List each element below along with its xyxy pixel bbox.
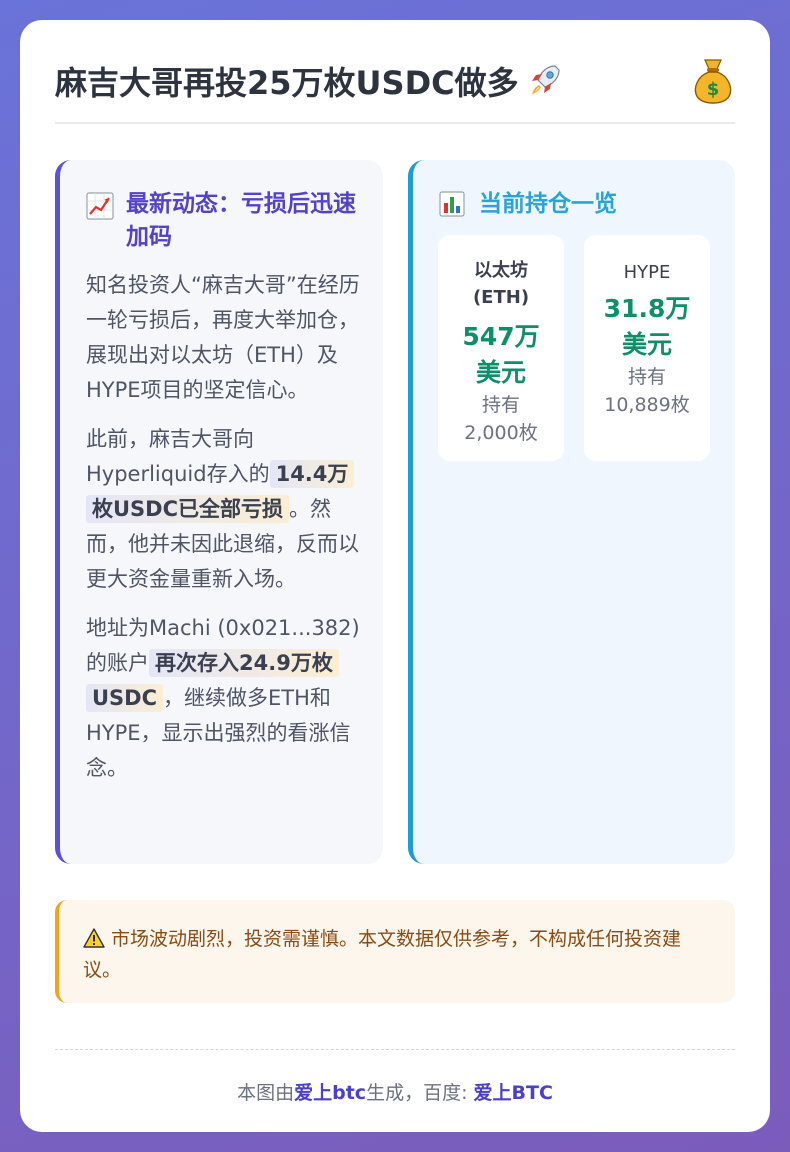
holding-quantity: 持有 2,000枚: [438, 391, 564, 447]
bar-chart-icon: [439, 191, 465, 217]
news-header: 最新动态：亏损后迅速加码: [86, 188, 361, 254]
footer-divider: [55, 1049, 735, 1050]
holding-value: 547万美元: [438, 319, 564, 391]
news-paragraph-3: 地址为Machi (0x021...382)的账户 再次存入24.9万枚USDC，…: [86, 611, 361, 786]
page-header: 麻吉大哥再投25万枚USDC做多 $: [55, 56, 735, 124]
risk-warning: 市场波动剧烈，投资需谨慎。本文数据仅供参考，不构成任何投资建议。: [55, 900, 735, 1003]
holding-value: 31.8万美元: [584, 291, 710, 363]
footer-middle: 生成，百度:: [366, 1082, 474, 1104]
holding-quantity-label: 持有: [627, 366, 666, 388]
footer: 本图由爱上btc生成，百度: 爱上BTC: [55, 1078, 735, 1105]
holding-quantity-value: 2,000枚: [464, 422, 538, 444]
holdings-header: 当前持仓一览: [439, 188, 735, 221]
main-card: 麻吉大哥再投25万枚USDC做多 $ 最新动态：亏损后迅速加码 知名投资人“麻吉…: [20, 20, 770, 1132]
holding-value-unit: 美元: [475, 358, 526, 387]
svg-text:$: $: [707, 79, 720, 100]
page-title: 麻吉大哥再投25万枚USDC做多: [55, 58, 565, 104]
news-paragraph-2: 此前，麻吉大哥向Hyperliquid存入的 14.4万枚USDC已全部亏损 。然而…: [86, 422, 361, 597]
money-bag-icon: $: [694, 59, 732, 104]
news-panel: 最新动态：亏损后迅速加码 知名投资人“麻吉大哥”在经历一轮亏损后，再度大举加仓，…: [55, 160, 383, 864]
rocket-icon: [531, 65, 560, 94]
chart-increasing-icon: [86, 192, 114, 220]
holding-card-hype: HYPE 31.8万美元 持有 10,889枚: [584, 235, 710, 461]
holding-value-unit: 美元: [621, 330, 672, 359]
warning-text: 市场波动剧烈，投资需谨慎。本文数据仅供参考，不构成任何投资建议。: [83, 928, 682, 981]
asset-name: 以太坊: [474, 260, 528, 281]
holding-value-amount: 31.8万: [603, 294, 691, 323]
holding-quantity: 持有 10,889枚: [584, 363, 710, 419]
asset-name: HYPE: [623, 262, 671, 283]
news-paragraph-2-text: 此前，麻吉大哥向Hyperliquid存入的: [86, 427, 270, 486]
page-title-text: 麻吉大哥再投25万枚USDC做多: [55, 64, 519, 102]
holding-value-amount: 547万: [462, 322, 540, 351]
footer-brand-link-1[interactable]: 爱上btc: [294, 1082, 366, 1104]
asset-ticker: (ETH): [472, 287, 530, 308]
news-paragraph-1: 知名投资人“麻吉大哥”在经历一轮亏损后，再度大举加仓，展现出对以太坊（ETH）及…: [86, 273, 360, 402]
holding-quantity-label: 持有: [481, 394, 520, 416]
holding-card-eth: 以太坊 (ETH) 547万美元 持有 2,000枚: [438, 235, 564, 461]
warning-icon: [83, 928, 105, 948]
footer-brand-link-2[interactable]: 爱上BTC: [474, 1082, 553, 1104]
news-title: 最新动态：亏损后迅速加码: [126, 191, 356, 250]
holdings-panel: 当前持仓一览 以太坊 (ETH) 547万 美元 持有 2,000枚 HYPE 31…: [408, 160, 735, 864]
holding-quantity-value: 10,889枚: [604, 394, 690, 416]
footer-prefix: 本图由: [237, 1082, 295, 1104]
holdings-title: 当前持仓一览: [479, 191, 617, 217]
holdings-list: 以太坊 (ETH) 547万 美元 持有 2,000枚 HYPE 31.8万 美元 持…: [438, 235, 715, 461]
